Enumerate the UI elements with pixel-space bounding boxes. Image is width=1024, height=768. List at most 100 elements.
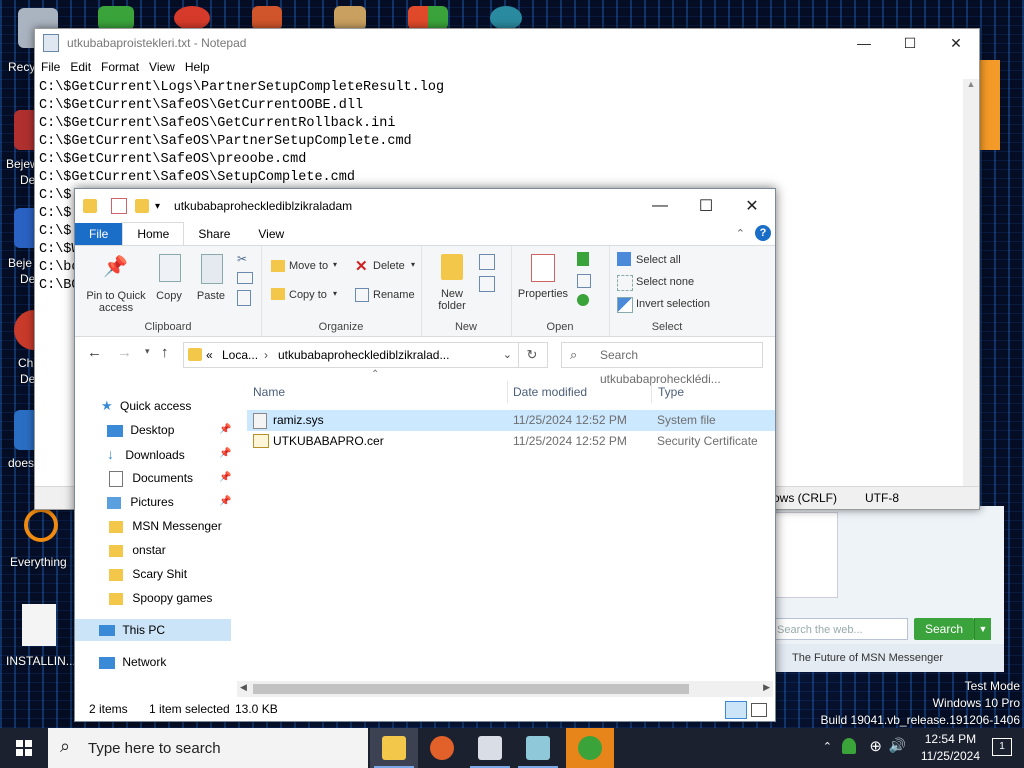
taskbar-search-box[interactable]: ⌕ Type here to search <box>48 728 368 768</box>
nav-downloads[interactable]: ↓ Downloads <box>107 443 185 465</box>
paste-shortcut-icon[interactable] <box>237 290 251 306</box>
delete-button[interactable]: Delete <box>373 260 405 272</box>
copy-to-button[interactable]: Copy to <box>289 289 327 301</box>
large-icons-view-icon[interactable] <box>751 703 767 717</box>
menu-edit[interactable]: Edit <box>70 60 91 74</box>
edit-icon[interactable] <box>577 274 591 288</box>
breadcrumb-local-disk[interactable]: Loca... <box>222 343 258 367</box>
minimize-button[interactable]: — <box>637 189 683 223</box>
nav-onstar[interactable]: onstar <box>109 539 166 561</box>
select-all-button[interactable]: Select all <box>636 254 681 266</box>
scroll-up-icon[interactable]: ▲ <box>963 79 979 89</box>
easy-access-icon[interactable] <box>479 276 495 292</box>
volume-icon[interactable]: 🔊 <box>889 737 906 754</box>
maximize-button[interactable]: ☐ <box>683 189 729 223</box>
details-view-icon[interactable] <box>725 701 747 719</box>
taskbar-app[interactable] <box>466 728 514 768</box>
menu-format[interactable]: Format <box>101 60 139 74</box>
app-icon[interactable] <box>334 6 366 30</box>
column-header-name[interactable]: Name <box>253 377 285 407</box>
chrome-icon[interactable] <box>174 6 210 30</box>
minimize-button[interactable]: — <box>841 29 887 57</box>
nav-spoopy-games[interactable]: Spoopy games <box>109 587 212 609</box>
column-header-type[interactable]: Type <box>658 377 684 407</box>
nav-documents[interactable]: Documents <box>107 467 193 489</box>
app-icon[interactable] <box>978 60 1000 150</box>
nav-scary-shit[interactable]: Scary Shit <box>109 563 187 585</box>
new-folder-button[interactable]: New folder <box>429 288 475 312</box>
menu-view[interactable]: View <box>149 60 175 74</box>
app-icon[interactable] <box>252 6 282 30</box>
history-icon[interactable] <box>577 294 589 306</box>
windows-logo-icon[interactable] <box>408 6 448 30</box>
breadcrumb-current-folder[interactable]: utkubabaprohecklediblzikralad... <box>278 343 449 367</box>
address-bar[interactable]: « Loca... › utkubabaprohecklediblzikrala… <box>183 342 519 368</box>
move-to-button[interactable]: Move to <box>289 260 328 272</box>
msn-search-input[interactable]: Search the web... <box>772 618 908 640</box>
copy-path-icon[interactable] <box>237 272 253 284</box>
clock[interactable]: 12:54 PM 11/25/2024 <box>921 731 980 765</box>
taskbar-notepad[interactable] <box>514 728 562 768</box>
show-hidden-icons-icon[interactable]: ⌃ <box>823 740 832 753</box>
nav-this-pc[interactable]: This PC <box>75 619 231 641</box>
close-button[interactable]: ✕ <box>729 189 775 223</box>
start-button[interactable] <box>0 728 48 768</box>
menu-file[interactable]: File <box>41 60 60 74</box>
tab-view[interactable]: View <box>244 223 298 245</box>
recent-locations-icon[interactable]: ▾ <box>145 346 150 357</box>
help-icon[interactable]: ? <box>755 225 771 241</box>
new-item-icon[interactable] <box>479 254 495 270</box>
chevron-down-icon[interactable]: ⌄ <box>503 343 512 367</box>
taskbar-msn-messenger[interactable] <box>566 728 614 768</box>
msn-search-dropdown-button[interactable]: ▼ <box>974 618 991 640</box>
up-arrow-icon[interactable]: ↑ <box>161 344 169 361</box>
network-icon[interactable]: ⊕ <box>869 737 882 755</box>
properties-quick-icon[interactable] <box>111 198 127 214</box>
back-arrow-icon[interactable]: ← <box>87 344 102 361</box>
scroll-left-icon[interactable]: ◀ <box>240 682 247 693</box>
pin-to-quick-access-button[interactable]: Pin to Quick access <box>81 290 151 314</box>
text-file-icon[interactable] <box>22 604 56 646</box>
file-row[interactable]: UTKUBABAPRO.cer 11/25/2024 12:52 PM Secu… <box>247 431 775 452</box>
nav-network[interactable]: Network <box>99 651 166 673</box>
close-button[interactable]: ✕ <box>933 29 979 57</box>
notepad-vertical-scrollbar[interactable]: ▲ <box>963 79 979 491</box>
address-overflow[interactable]: « <box>206 343 213 367</box>
scrollbar-thumb[interactable] <box>253 684 689 694</box>
taskbar-firefox[interactable] <box>418 728 466 768</box>
properties-button[interactable]: Properties <box>513 288 573 300</box>
tab-home[interactable]: Home <box>122 222 185 245</box>
column-header-date[interactable]: Date modified <box>513 377 587 407</box>
new-folder-quick-icon[interactable] <box>135 199 149 213</box>
taskbar-file-explorer[interactable] <box>370 728 418 768</box>
notepad-titlebar[interactable]: utkubabaproistekleri.txt - Notepad — ☐ ✕ <box>35 29 979 57</box>
search-input[interactable]: ⌕ Search utkubabaprohecklédi... <box>561 342 763 386</box>
forward-arrow-icon[interactable]: → <box>117 344 132 361</box>
paste-button[interactable]: Paste <box>193 290 229 302</box>
collapse-ribbon-icon[interactable]: ⌃ <box>736 227 745 240</box>
nav-desktop[interactable]: Desktop <box>107 419 174 441</box>
menu-help[interactable]: Help <box>185 60 210 74</box>
nav-msn-messenger[interactable]: MSN Messenger <box>109 515 222 537</box>
column-divider[interactable] <box>507 381 508 403</box>
tab-file[interactable]: File <box>75 223 123 245</box>
msn-messenger-icon[interactable] <box>98 6 134 30</box>
nav-quick-access[interactable]: ★ Quick access <box>101 395 191 417</box>
msn-search-button[interactable]: Search <box>914 618 974 640</box>
refresh-button[interactable]: ↻ <box>517 342 548 368</box>
app-icon[interactable] <box>490 6 522 30</box>
invert-selection-button[interactable]: Invert selection <box>636 298 710 310</box>
open-icon[interactable] <box>577 252 589 266</box>
cut-icon[interactable]: ✂ <box>237 252 247 266</box>
rename-button[interactable]: Rename <box>373 289 415 301</box>
scroll-right-icon[interactable]: ▶ <box>763 682 770 693</box>
select-none-button[interactable]: Select none <box>636 276 694 288</box>
copy-button[interactable]: Copy <box>151 290 187 302</box>
explorer-titlebar[interactable]: ▾ utkubabaprohecklediblzikraladam — ☐ ✕ <box>75 189 775 223</box>
customize-toolbar-icon[interactable]: ▾ <box>155 201 160 212</box>
tab-share[interactable]: Share <box>184 223 244 245</box>
notification-center-icon[interactable]: 1 <box>992 738 1012 756</box>
file-row[interactable]: ramiz.sys 11/25/2024 12:52 PM System fil… <box>247 410 775 431</box>
msn-tray-icon[interactable] <box>842 738 856 754</box>
nav-pictures[interactable]: Pictures <box>107 491 174 513</box>
